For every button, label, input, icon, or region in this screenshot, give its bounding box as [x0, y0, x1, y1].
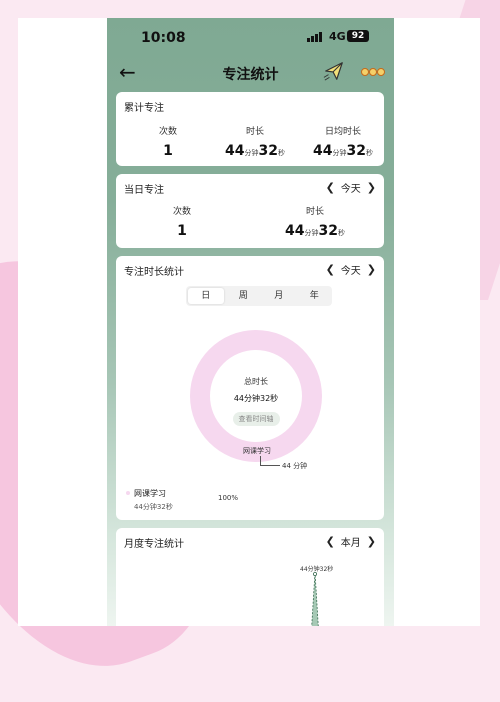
- paper-plane-icon[interactable]: [323, 60, 345, 82]
- tab-year[interactable]: 年: [297, 286, 333, 306]
- tab-week[interactable]: 周: [226, 286, 262, 306]
- tab-month[interactable]: 月: [261, 286, 297, 306]
- stat-daily-average: 日均时长 44分钟32秒: [313, 127, 373, 159]
- signal-icon: [307, 32, 325, 42]
- card-title: 累计专注: [124, 103, 164, 114]
- legend-item: 网课学习 44分钟32秒: [126, 488, 173, 512]
- phone-screen: 10:08 4G 92 ← 专注统计 累计专注 次数 1 时长 44分钟32秒 …: [107, 18, 394, 626]
- card-title: 当日专注: [124, 185, 164, 196]
- period-label[interactable]: 本月: [341, 534, 361, 549]
- slice-value: 44 分钟: [282, 462, 308, 470]
- status-time: 10:08: [141, 30, 186, 46]
- donut-center: 总时长 44分钟32秒 查看时间轴: [210, 350, 302, 442]
- chevron-right-icon[interactable]: ❯: [367, 181, 376, 194]
- legend-duration: 44分钟32秒: [134, 503, 173, 511]
- monthly-spike: [311, 572, 319, 626]
- chevron-left-icon[interactable]: ❮: [326, 181, 335, 194]
- chevron-left-icon[interactable]: ❮: [326, 263, 335, 276]
- cumulative-card: 累计专注 次数 1 时长 44分钟32秒 日均时长 44分钟32秒: [116, 92, 384, 166]
- battery-icon: 92: [347, 30, 369, 42]
- date-switcher: ❮ 今天 ❯: [326, 180, 376, 195]
- chevron-right-icon[interactable]: ❯: [367, 263, 376, 276]
- card-title: 专注时长统计: [124, 267, 184, 278]
- date-switcher: ❮ 本月 ❯: [326, 534, 376, 549]
- status-bar: 10:08 4G 92: [107, 18, 394, 54]
- legend-dot: [126, 491, 130, 495]
- chevron-right-icon[interactable]: ❯: [367, 535, 376, 548]
- more-dots-icon[interactable]: [361, 68, 385, 76]
- slice-label: 网课学习: [243, 447, 271, 455]
- daily-card: 当日专注 ❮ 今天 ❯ 次数 1 时长 44分钟32秒: [116, 174, 384, 248]
- card-title: 月度专注统计: [124, 539, 184, 550]
- leader-line: [260, 465, 280, 466]
- view-timeline-button[interactable]: 查看时间轴: [232, 412, 280, 426]
- legend-name: 网课学习: [134, 489, 166, 498]
- stat-duration: 时长 44分钟32秒: [225, 127, 285, 159]
- network-type: 4G: [329, 30, 346, 43]
- monthly-card: 月度专注统计 ❮ 本月 ❯ 44分钟32秒: [116, 528, 384, 626]
- period-label[interactable]: 今天: [341, 262, 361, 277]
- page-title: 专注统计: [222, 67, 279, 83]
- period-label[interactable]: 今天: [341, 180, 361, 195]
- donut-chart: 总时长 44分钟32秒 查看时间轴: [190, 330, 322, 462]
- stat-duration: 时长 44分钟32秒: [285, 207, 345, 239]
- legend-percent: 100%: [218, 494, 239, 502]
- stat-count: 次数 1: [172, 207, 191, 239]
- chevron-left-icon[interactable]: ❮: [326, 535, 335, 548]
- total-value: 44分钟32秒: [233, 394, 279, 403]
- duration-stats-card: 专注时长统计 ❮ 今天 ❯ 日 周 月 年 总时长 44分钟32秒 查看时间轴 …: [116, 256, 384, 520]
- date-switcher: ❮ 今天 ❯: [326, 262, 376, 277]
- range-tabs: 日 周 月 年: [186, 286, 332, 306]
- total-label: 总时长: [244, 377, 268, 386]
- tab-day[interactable]: 日: [188, 288, 224, 304]
- stat-count: 次数 1: [158, 127, 177, 159]
- top-nav: ← 专注统计: [107, 58, 394, 88]
